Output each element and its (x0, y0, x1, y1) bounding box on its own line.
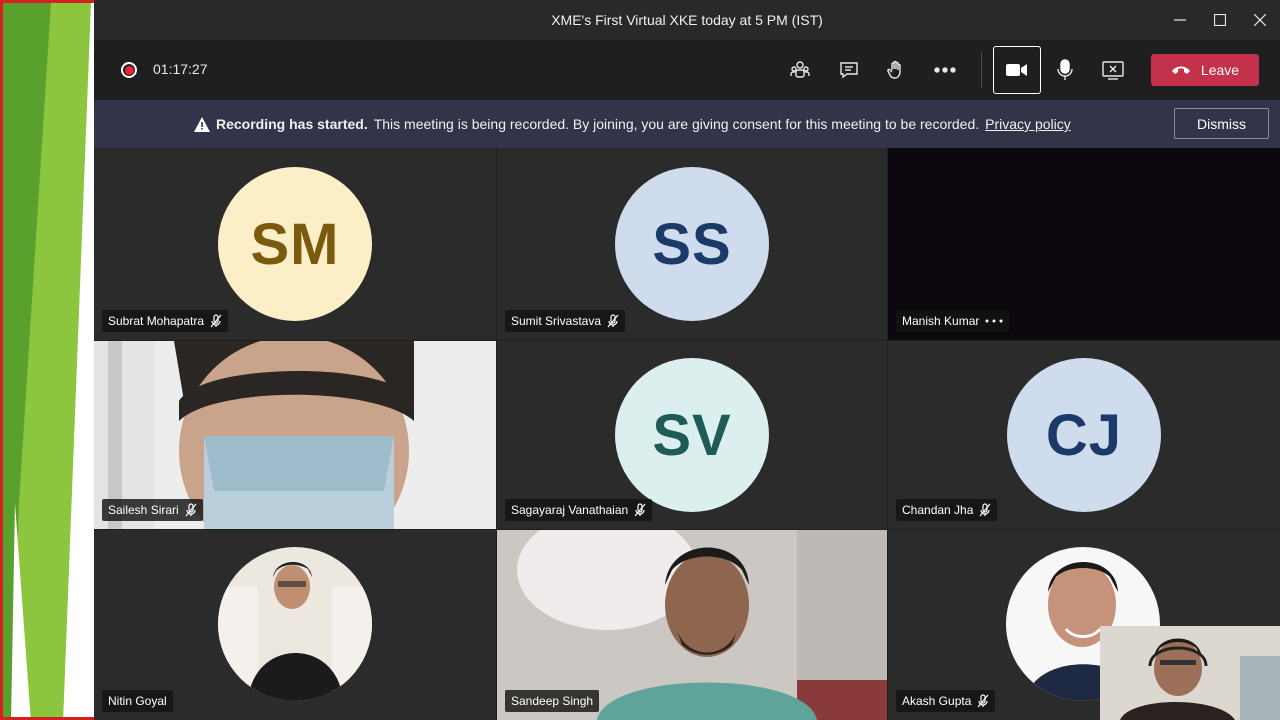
close-button[interactable] (1240, 0, 1280, 40)
raise-hand-icon (887, 60, 901, 79)
minimize-button[interactable] (1160, 0, 1200, 40)
avatar: SV (615, 358, 769, 512)
maximize-icon (1214, 14, 1226, 26)
avatar: SS (615, 167, 769, 321)
share-screen-button[interactable] (1100, 57, 1126, 83)
participant-name: Subrat Mohapatra (108, 314, 205, 328)
participant-tile[interactable]: Nitin Goyal (94, 530, 496, 720)
maximize-button[interactable] (1200, 0, 1240, 40)
participant-name: Sumit Srivastava (511, 314, 602, 328)
participant-name-tag: Sumit Srivastava (505, 310, 626, 332)
participant-tile[interactable]: Manish Kumar (888, 148, 1280, 340)
meeting-toolbar: 01:17:27 Leave (94, 40, 1280, 100)
self-video-feed (1100, 626, 1280, 720)
more-actions-button[interactable] (932, 57, 958, 83)
mic-muted-icon (607, 314, 619, 328)
participant-name-tag: Sagayaraj Vanathaian (505, 499, 653, 521)
participant-name: Sandeep Singh (511, 694, 594, 708)
mic-muted-icon (210, 314, 222, 328)
hang-up-icon (1171, 66, 1190, 74)
participant-name-tag: Manish Kumar (896, 310, 1010, 332)
privacy-policy-link[interactable]: Privacy policy (985, 116, 1071, 132)
participant-name-tag: Nitin Goyal (102, 690, 173, 712)
dismiss-button[interactable]: Dismiss (1174, 108, 1269, 139)
participant-video-tile[interactable]: Sailesh Sirari (94, 341, 496, 529)
participant-name-tag: Akash Gupta (896, 690, 996, 712)
warning-icon (194, 116, 210, 132)
mic-muted-icon (979, 503, 991, 517)
close-icon (1254, 14, 1266, 26)
toolbar-divider (981, 52, 982, 88)
participant-name-tag: Sandeep Singh (505, 690, 600, 712)
meeting-title: XME's First Virtual XKE today at 5 PM (I… (551, 12, 823, 28)
banner-text: Recording has started. This meeting is b… (194, 116, 1071, 132)
microphone-icon (1057, 59, 1073, 80)
participant-tile[interactable]: SS Sumit Srivastava (497, 148, 887, 340)
mic-muted-icon (977, 694, 989, 708)
participant-name: Sailesh Sirari (108, 503, 179, 517)
participant-name-tag: Sailesh Sirari (102, 499, 203, 521)
avatar: CJ (1007, 358, 1161, 512)
minimize-icon (1174, 19, 1186, 21)
mic-muted-icon (185, 503, 197, 517)
participant-name: Akash Gupta (902, 694, 972, 708)
leave-button[interactable]: Leave (1151, 54, 1259, 86)
participant-name-tag: Chandan Jha (896, 499, 998, 521)
share-screen-icon (1102, 61, 1124, 80)
avatar: SM (218, 167, 372, 321)
participant-name: Sagayaraj Vanathaian (511, 503, 629, 517)
window-controls (1160, 0, 1280, 40)
participants-icon (790, 61, 810, 78)
more-icon (934, 67, 956, 73)
participant-name: Manish Kumar (902, 314, 980, 328)
participant-tile[interactable]: SV Sagayaraj Vanathaian (497, 341, 887, 529)
participants-button[interactable] (787, 57, 813, 83)
participant-name: Nitin Goyal (108, 694, 167, 708)
profile-photo (218, 547, 372, 701)
participant-tile[interactable]: CJ Chandan Jha (888, 341, 1280, 529)
recording-banner: Recording has started. This meeting is b… (94, 100, 1280, 148)
mic-muted-icon (634, 503, 646, 517)
participant-video-tile[interactable]: Sandeep Singh (497, 530, 887, 720)
chat-button[interactable] (836, 57, 862, 83)
microphone-toggle-button[interactable] (1052, 57, 1078, 83)
leave-label: Leave (1200, 62, 1240, 78)
camera-icon (1006, 64, 1027, 76)
banner-bold-text: Recording has started. (216, 116, 368, 132)
more-icon (985, 319, 1003, 323)
self-view-video[interactable] (1100, 626, 1280, 720)
participant-name-tag: Subrat Mohapatra (102, 310, 229, 332)
title-bar: XME's First Virtual XKE today at 5 PM (I… (94, 0, 1280, 40)
banner-message: This meeting is being recorded. By joini… (373, 116, 980, 132)
camera-toggle-button[interactable] (993, 46, 1041, 94)
participant-tile[interactable]: SM Subrat Mohapatra (94, 148, 496, 340)
background-slide-strip (0, 0, 94, 720)
participant-name: Chandan Jha (902, 503, 974, 517)
meeting-timer: 01:17:27 (153, 61, 208, 77)
raise-hand-button[interactable] (883, 57, 909, 83)
chat-icon (840, 62, 858, 79)
recording-indicator-icon (121, 62, 137, 78)
